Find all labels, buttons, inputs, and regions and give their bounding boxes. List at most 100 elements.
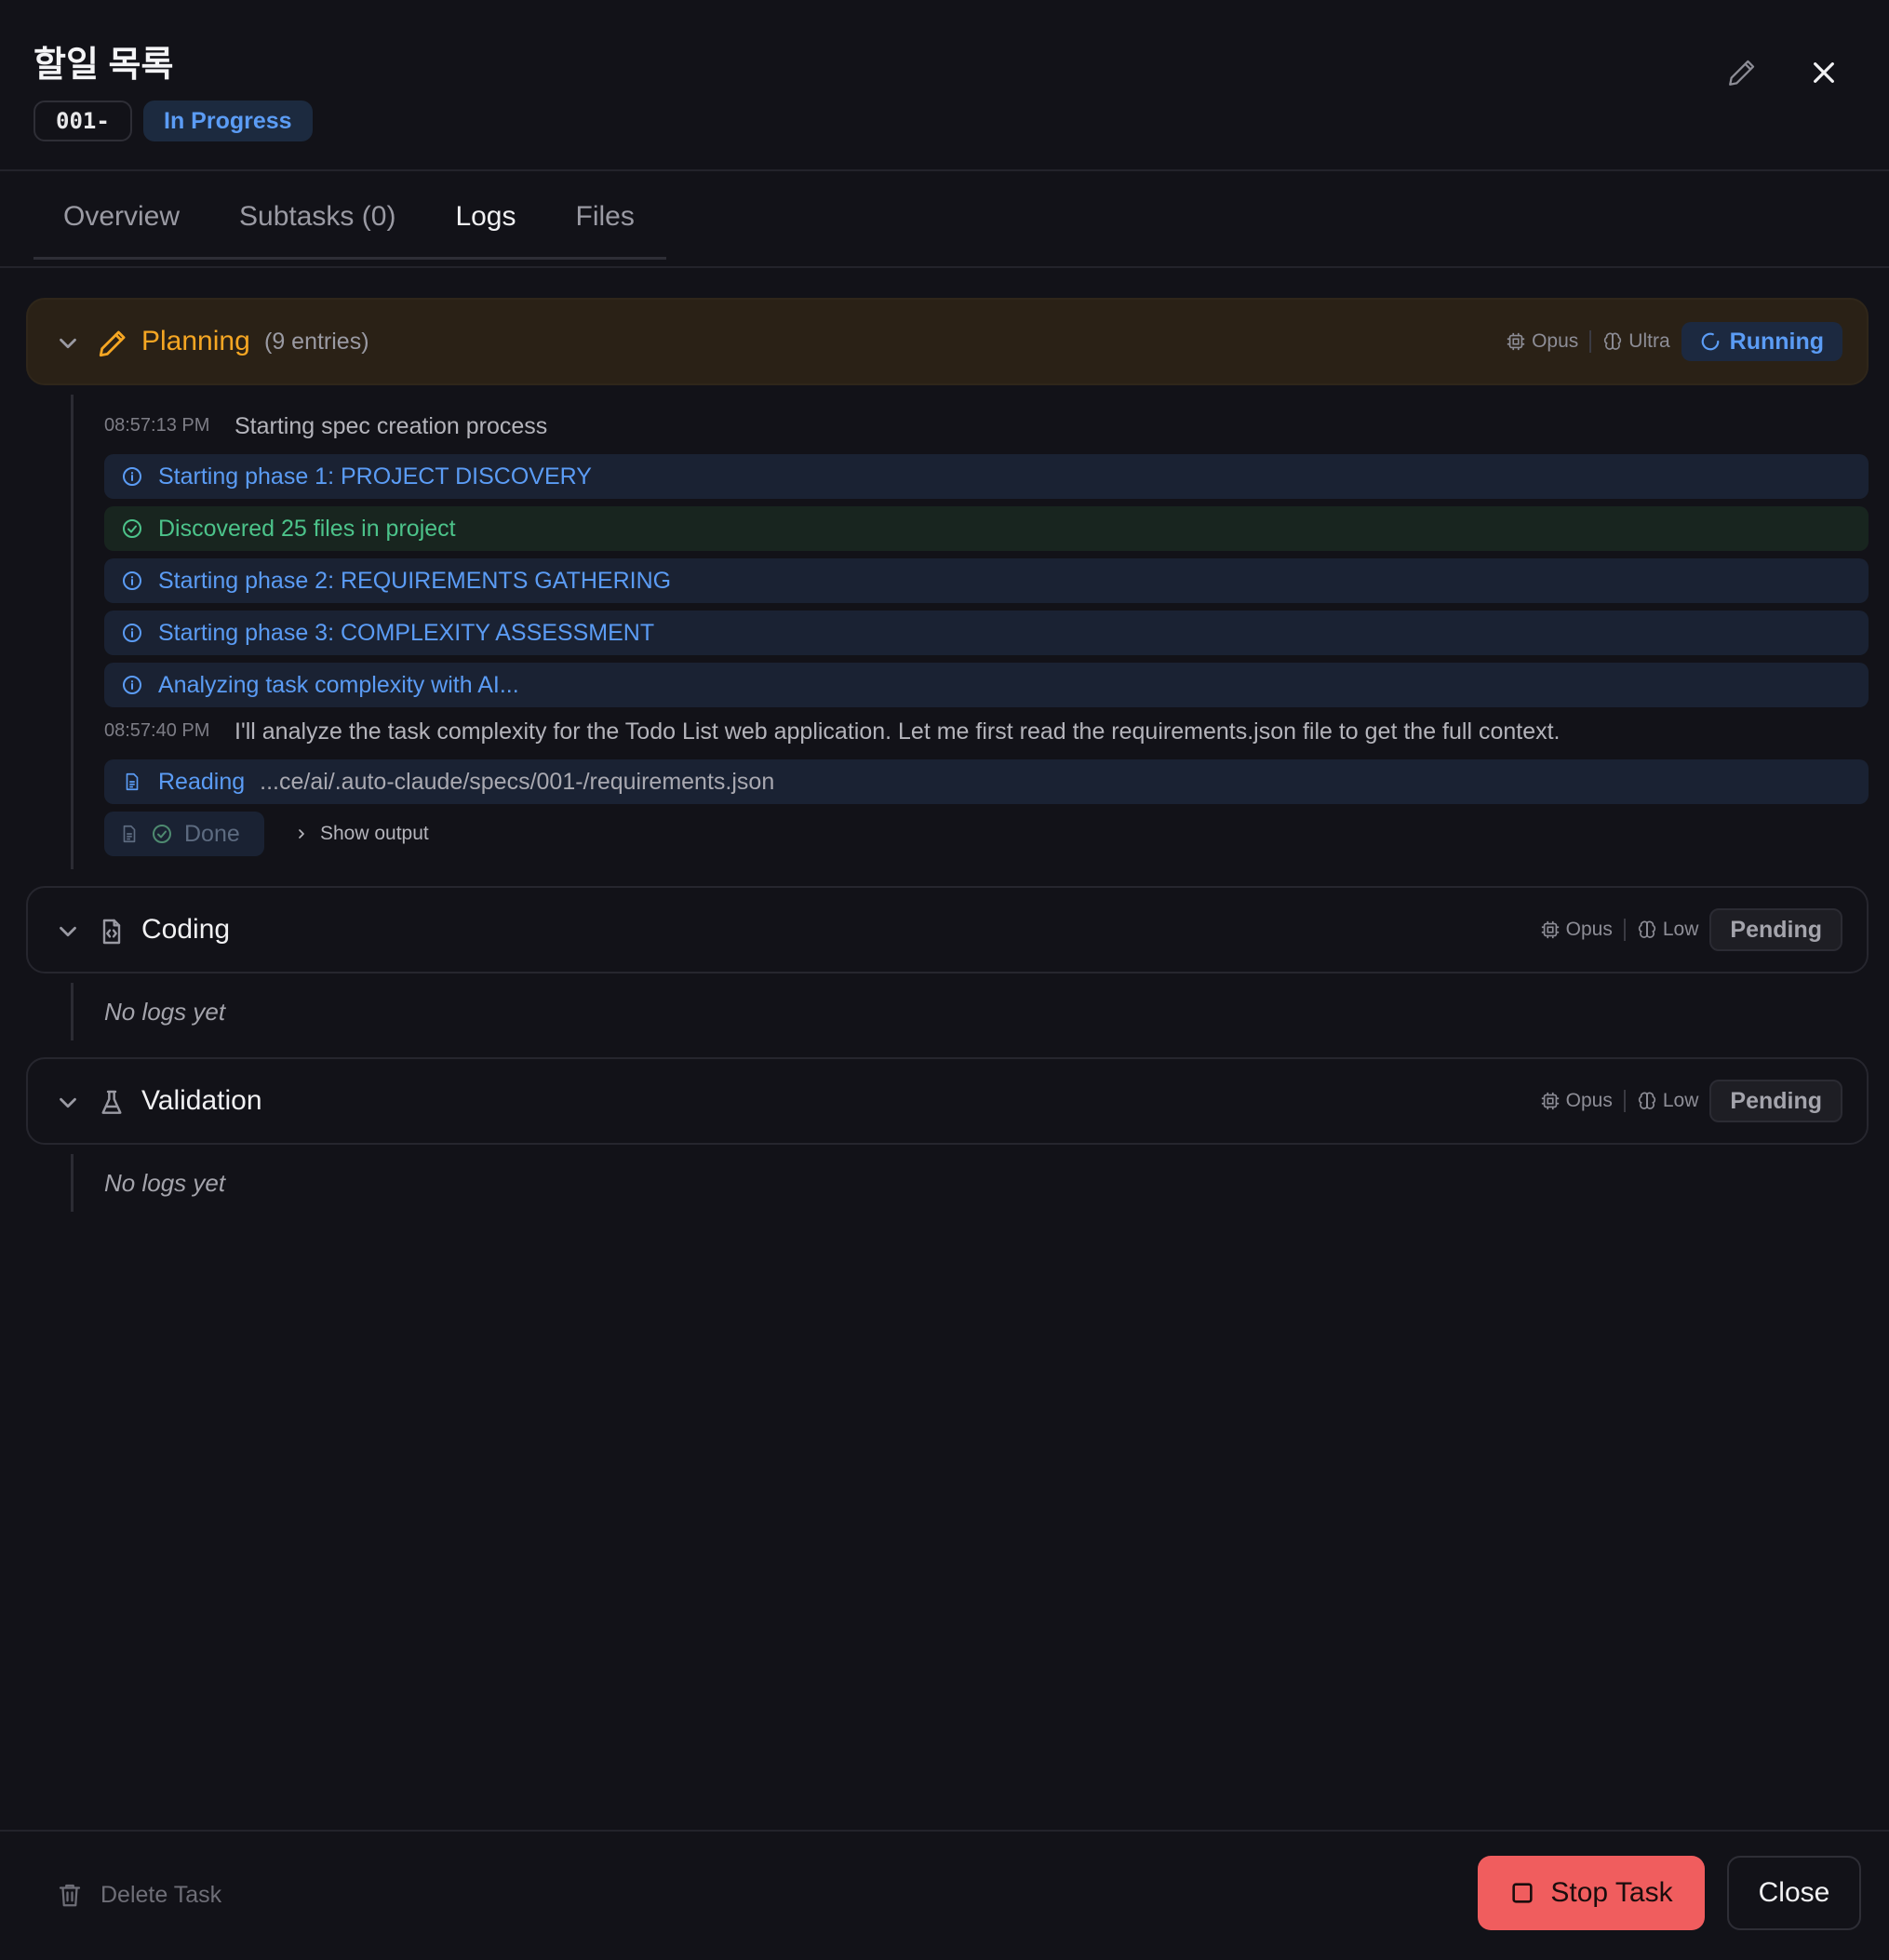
cpu-icon <box>1507 332 1525 351</box>
delete-label: Delete Task <box>100 1881 222 1908</box>
spinner-icon <box>1701 332 1719 351</box>
close-icon <box>1814 62 1834 83</box>
thinking-info: Low <box>1637 919 1699 941</box>
tool-call-entry: Reading ...ce/ai/.auto-claude/specs/001-… <box>104 759 1869 804</box>
brain-icon <box>1638 920 1655 938</box>
phase-meta: Opus Ultra Running <box>1506 320 1842 363</box>
log-rail <box>71 395 74 869</box>
tab-bar: Overview Subtasks (0) Logs Files <box>33 182 666 260</box>
phase-meta: Opus Low Pending <box>1540 1080 1842 1122</box>
phase-name: Coding <box>141 914 231 945</box>
log-entry-info: Starting phase 3: COMPLEXITY ASSESSMENT <box>104 611 1869 655</box>
tool-label: Reading <box>158 768 246 795</box>
stop-task-button[interactable]: Stop Task <box>1478 1856 1705 1930</box>
check-circle-icon <box>119 516 145 542</box>
status-label: Running <box>1729 328 1824 355</box>
thinking-label: Ultra <box>1628 330 1670 352</box>
modal-header: 할일 목록 001- In Progress <box>0 0 1889 171</box>
thinking-info: Low <box>1637 1090 1699 1112</box>
log-entry-text: Starting phase 3: COMPLEXITY ASSESSMENT <box>158 619 655 646</box>
brain-icon <box>1604 332 1622 350</box>
show-output-label: Show output <box>320 823 429 844</box>
model-info: Opus <box>1540 919 1613 941</box>
chevron-down-icon[interactable] <box>54 329 82 362</box>
log-entry-text: Discovered 25 files in project <box>158 515 456 542</box>
cpu-icon <box>1541 1092 1559 1110</box>
phase-status-running: Running <box>1681 322 1842 361</box>
close-button[interactable]: Close <box>1727 1856 1861 1930</box>
info-icon <box>119 620 145 646</box>
chevron-right-icon <box>299 829 304 839</box>
info-icon <box>119 568 145 594</box>
divider <box>1589 330 1592 353</box>
log-rail <box>71 1154 74 1212</box>
file-icon <box>123 825 136 843</box>
status-badge: In Progress <box>143 101 313 141</box>
chevron-down-icon[interactable] <box>54 918 82 950</box>
info-icon <box>119 672 145 698</box>
divider <box>1623 919 1626 941</box>
phase-validation-header[interactable]: Validation Opus Low Pending <box>26 1057 1869 1145</box>
log-entry-text: Starting phase 1: PROJECT DISCOVERY <box>158 463 592 490</box>
tab-overview[interactable]: Overview <box>33 182 209 257</box>
log-entry-info: Starting phase 2: REQUIREMENTS GATHERING <box>104 558 1869 603</box>
tabs-divider <box>0 266 1889 268</box>
log-entry-info: Analyzing task complexity with AI... <box>104 663 1869 707</box>
code-file-icon <box>97 916 127 952</box>
tab-logs[interactable]: Logs <box>425 182 545 257</box>
log-entry-text: Analyzing task complexity with AI... <box>158 671 519 698</box>
stop-icon <box>1512 1883 1534 1903</box>
cpu-icon <box>1541 920 1559 939</box>
log-message: Starting spec creation process <box>234 413 548 439</box>
brain-icon <box>1638 1092 1655 1109</box>
thinking-label: Low <box>1662 919 1699 940</box>
flask-icon <box>97 1087 127 1123</box>
log-entry-text: Starting phase 2: REQUIREMENTS GATHERING <box>158 567 672 594</box>
tool-done-badge: Done <box>104 812 264 856</box>
delete-task-button[interactable]: Delete Task <box>56 1880 221 1910</box>
model-label: Opus <box>1532 330 1579 352</box>
phase-name: Planning <box>141 326 250 356</box>
phase-meta: Opus Low Pending <box>1540 908 1842 951</box>
chevron-down-icon[interactable] <box>54 1089 82 1121</box>
empty-logs-text: No logs yet <box>104 998 226 1026</box>
tab-subtasks[interactable]: Subtasks (0) <box>209 182 425 257</box>
tab-files[interactable]: Files <box>546 182 664 257</box>
log-rail <box>71 983 74 1040</box>
modal-footer: Delete Task Stop Task Close <box>0 1830 1889 1960</box>
pencil-icon <box>97 328 128 364</box>
close-modal-button[interactable] <box>1800 48 1848 97</box>
phase-name: Validation <box>141 1085 262 1116</box>
model-label: Opus <box>1565 1090 1613 1111</box>
phase-status-pending: Pending <box>1709 1080 1842 1122</box>
log-timestamp: 08:57:40 PM <box>104 720 210 741</box>
divider <box>1623 1090 1626 1112</box>
model-info: Opus <box>1540 1090 1613 1112</box>
pencil-icon <box>1729 60 1755 86</box>
log-entry-info: Starting phase 1: PROJECT DISCOVERY <box>104 454 1869 499</box>
file-icon <box>119 769 145 795</box>
phase-status-pending: Pending <box>1709 908 1842 951</box>
model-info: Opus <box>1506 330 1578 353</box>
stop-label: Stop Task <box>1550 1877 1673 1908</box>
phase-planning-header[interactable]: Planning (9 entries) Opus Ultra Running <box>26 298 1869 385</box>
tool-path: ...ce/ai/.auto-claude/specs/001-/require… <box>260 768 775 795</box>
check-circle-icon <box>153 825 171 843</box>
log-timestamp: 08:57:13 PM <box>104 415 210 436</box>
log-message: I'll analyze the task complexity for the… <box>234 718 1561 745</box>
done-label: Done <box>184 820 240 847</box>
task-title: 할일 목록 <box>33 46 174 85</box>
log-entry-success: Discovered 25 files in project <box>104 506 1869 551</box>
task-detail-modal: 할일 목록 001- In Progress Overview Subtasks… <box>0 0 1889 1960</box>
show-output-toggle[interactable]: Show output <box>294 823 429 845</box>
model-label: Opus <box>1565 919 1613 940</box>
phase-coding-header[interactable]: Coding Opus Low Pending <box>26 886 1869 973</box>
edit-button[interactable] <box>1718 48 1766 97</box>
empty-logs-text: No logs yet <box>104 1169 226 1197</box>
info-icon <box>119 463 145 490</box>
trash-icon <box>59 1884 81 1907</box>
entry-count: (9 entries) <box>264 329 369 355</box>
thinking-label: Low <box>1662 1090 1699 1111</box>
thinking-info: Ultra <box>1602 330 1670 353</box>
task-id-badge: 001- <box>33 101 132 141</box>
